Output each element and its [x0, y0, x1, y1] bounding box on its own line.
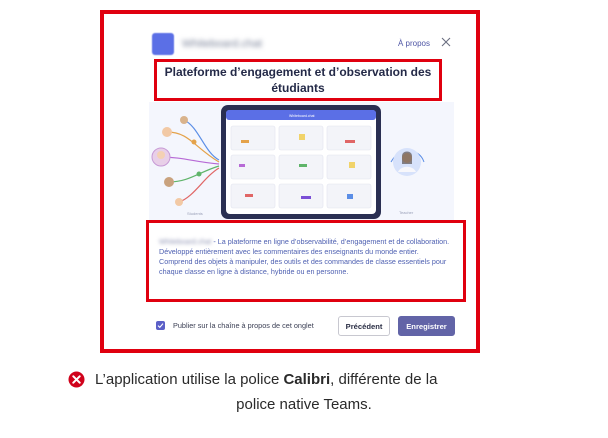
error-icon	[68, 371, 85, 388]
app-illustration: Students Whiteboard.chat Teacher	[149, 102, 454, 222]
caption-line-2: police native Teams.	[236, 396, 372, 413]
dialog-header: Whiteboard.chat À propos	[152, 33, 452, 57]
close-icon[interactable]	[440, 36, 452, 48]
about-link[interactable]: À propos	[398, 39, 430, 48]
save-button[interactable]: Enregistrer	[398, 316, 455, 336]
caption-part-1: L’application utilise la police	[95, 371, 284, 388]
tablet-mockup: Whiteboard.chat	[221, 105, 381, 219]
app-logo-icon	[152, 33, 174, 55]
dialog-title: Plateforme d’engagement et d’observation…	[164, 65, 432, 95]
checkmark-icon	[157, 323, 164, 329]
teacher-label: Teacher	[399, 210, 414, 215]
title-highlight: Plateforme d’engagement et d’observation…	[154, 59, 442, 101]
publish-checkbox[interactable]	[156, 321, 165, 330]
publish-checkbox-label: Publier sur la chaîne à propos de cet on…	[173, 321, 314, 330]
tablet-header-text: Whiteboard.chat	[289, 114, 315, 118]
previous-button[interactable]: Précédent	[338, 316, 390, 336]
students-label: Students	[187, 211, 203, 216]
caption-font-name: Calibri	[283, 371, 331, 388]
description-highlight: Whiteboard.chat - La plateforme en ligne…	[146, 220, 466, 302]
app-dialog-frame: Whiteboard.chat À propos Plateforme d’en…	[100, 10, 480, 353]
description-app-name: Whiteboard.chat	[159, 237, 212, 246]
app-name: Whiteboard.chat	[182, 38, 263, 50]
app-description: Whiteboard.chat - La plateforme en ligne…	[159, 237, 451, 277]
dialog-footer: Publier sur la chaîne à propos de cet on…	[156, 316, 461, 338]
caption-part-2: , différente de la	[330, 371, 438, 388]
caption-text: L’application utilise la police Calibri,…	[95, 371, 437, 388]
